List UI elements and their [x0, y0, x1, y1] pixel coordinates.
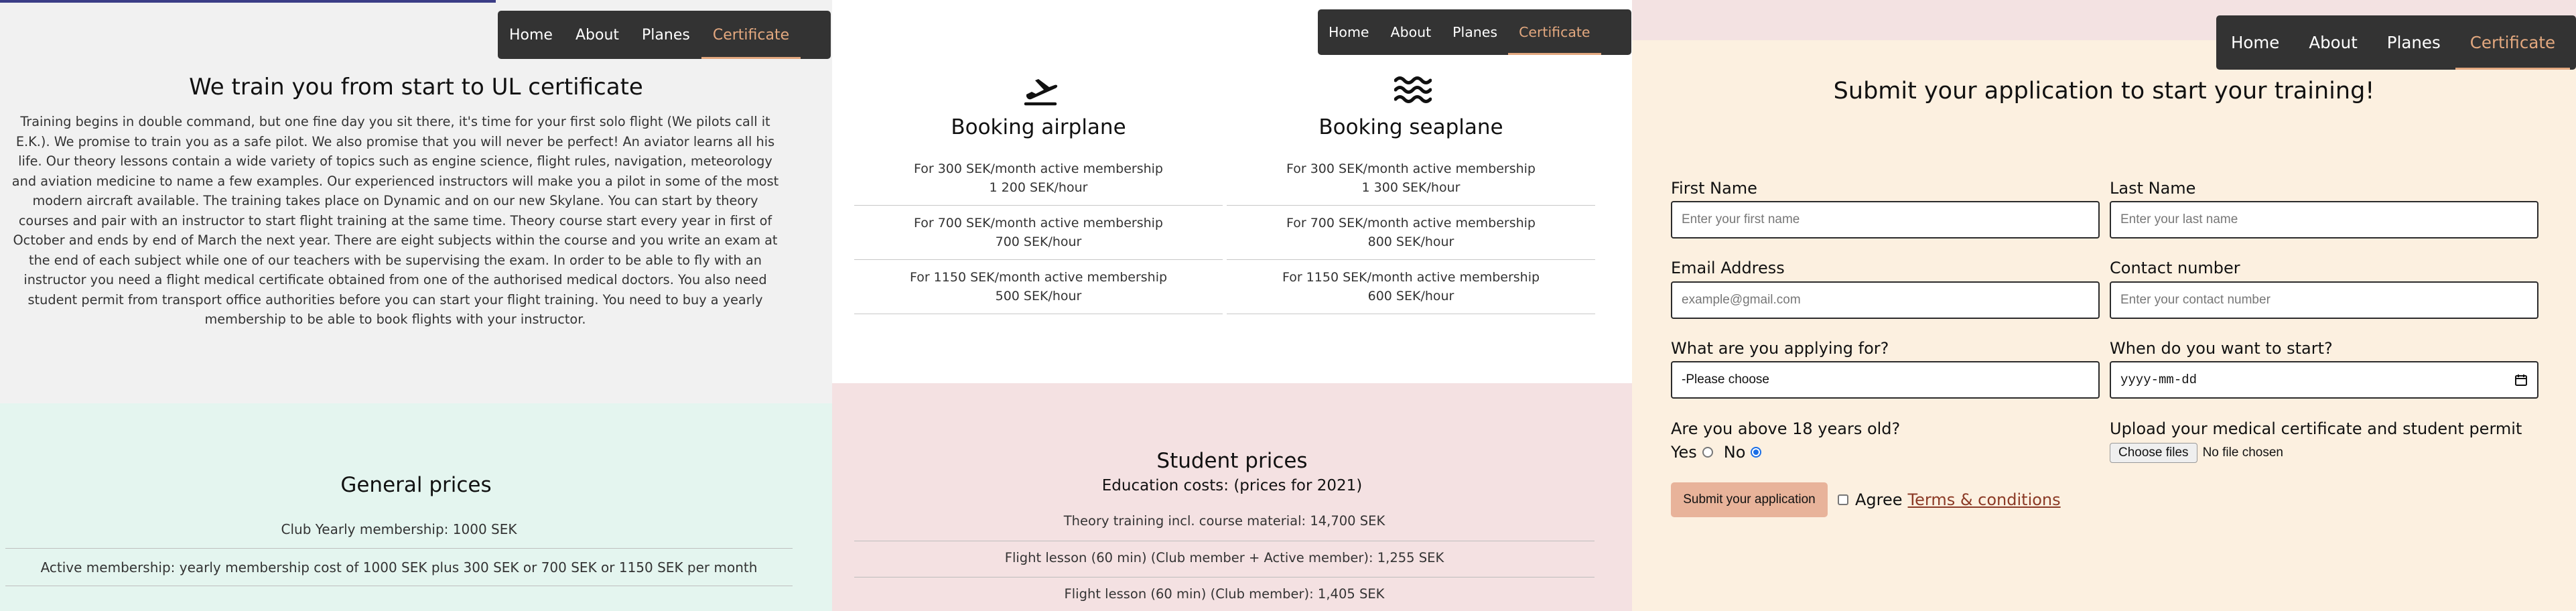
divider	[854, 205, 1223, 206]
airplane-option-1150: For 1150 SEK/month active membership 500…	[854, 268, 1223, 306]
student-price-lesson-active: Flight lesson (60 min) (Club member + Ac…	[1004, 550, 1444, 565]
start-date-label: When do you want to start?	[2110, 339, 2333, 358]
price-item-active-membership: Active membership: yearly membership cos…	[40, 559, 758, 575]
nav-about[interactable]: About	[2294, 15, 2372, 70]
nav-about[interactable]: About	[564, 11, 630, 59]
file-upload: Choose files No file chosen	[2110, 443, 2283, 463]
nav-home[interactable]: Home	[2216, 15, 2294, 70]
contact-number-input[interactable]	[2110, 281, 2538, 319]
student-price-lesson-club: Flight lesson (60 min) (Club member): 1,…	[1064, 586, 1385, 602]
seaplane-option-300: For 300 SEK/month active membership 1 30…	[1227, 159, 1595, 197]
option-membership: For 700 SEK/month active membership	[913, 216, 1163, 230]
start-date-value: yyyy-mm-dd	[2120, 372, 2197, 387]
student-price-theory: Theory training incl. course material: 1…	[1063, 513, 1385, 529]
upload-label: Upload your medical certificate and stud…	[2110, 419, 2522, 438]
student-prices-section: Student prices Education costs: (prices …	[832, 383, 1632, 611]
agree-checkbox[interactable]	[1838, 494, 1848, 505]
last-name-label: Last Name	[2110, 179, 2196, 198]
agree-terms-row: Agree Terms & conditions	[1838, 490, 2061, 509]
option-membership: For 1150 SEK/month active membership	[1282, 270, 1540, 285]
age-yes-label: Yes	[1671, 443, 1697, 462]
main-nav: Home About Planes Certificate	[1318, 9, 1631, 55]
training-description: Training begins in double command, but o…	[11, 114, 779, 327]
age-radio-group: Yes No	[1671, 443, 1772, 462]
main-nav: Home About Planes Certificate	[2216, 15, 2576, 70]
option-rate: 1 200 SEK/hour	[989, 180, 1088, 195]
applying-for-label: What are you applying for?	[1671, 339, 1889, 358]
booking-airplane-title: Booking airplane	[951, 115, 1126, 139]
nav-about[interactable]: About	[1380, 9, 1442, 55]
divider	[854, 259, 1223, 260]
divider	[1227, 259, 1595, 260]
nav-planes[interactable]: Planes	[630, 11, 701, 59]
about-training-panel: Home About Planes Certificate We train y…	[0, 0, 832, 611]
student-prices-subtitle: Education costs: (prices for 2021)	[1101, 477, 1363, 494]
last-name-input[interactable]	[2110, 201, 2538, 239]
option-membership: For 1150 SEK/month active membership	[909, 270, 1168, 285]
option-rate: 500 SEK/hour	[995, 289, 1082, 303]
terms-conditions-link[interactable]: Terms & conditions	[1908, 490, 2061, 509]
training-title: We train you from start to UL certificat…	[189, 74, 643, 100]
age-question-label: Are you above 18 years old?	[1671, 419, 1901, 438]
nav-planes[interactable]: Planes	[2372, 15, 2455, 70]
nav-certificate[interactable]: Certificate	[2455, 15, 2571, 70]
agree-label: Agree	[1855, 490, 1903, 509]
nav-home[interactable]: Home	[498, 11, 564, 59]
seaplane-option-700: For 700 SEK/month active membership 800 …	[1227, 214, 1595, 251]
nav-planes[interactable]: Planes	[1442, 9, 1508, 55]
first-name-input[interactable]	[1671, 201, 2100, 239]
option-membership: For 300 SEK/month active membership	[913, 161, 1163, 176]
general-prices-title: General prices	[340, 473, 492, 497]
top-accent-line	[0, 0, 496, 3]
student-prices-title: Student prices	[1156, 449, 1308, 473]
first-name-label: First Name	[1671, 179, 1757, 198]
nav-certificate[interactable]: Certificate	[1508, 9, 1602, 55]
option-membership: For 700 SEK/month active membership	[1286, 216, 1536, 230]
file-status: No file chosen	[2202, 446, 2283, 460]
option-rate: 1 300 SEK/hour	[1361, 180, 1461, 195]
divider	[854, 577, 1595, 578]
seaplane-option-1150: For 1150 SEK/month active membership 600…	[1227, 268, 1595, 306]
age-yes-radio[interactable]	[1702, 447, 1713, 458]
application-title: Submit your application to start your tr…	[1833, 78, 2375, 105]
email-input[interactable]	[1671, 281, 2100, 319]
age-no-label: No	[1723, 443, 1746, 462]
airplane-icon	[1024, 79, 1058, 106]
divider	[1227, 205, 1595, 206]
application-form-area	[1632, 40, 2576, 611]
price-item-yearly-membership: Club Yearly membership: 1000 SEK	[281, 521, 517, 537]
email-label: Email Address	[1671, 259, 1785, 277]
option-rate: 800 SEK/hour	[1367, 234, 1454, 249]
booking-seaplane-title: Booking seaplane	[1318, 115, 1503, 139]
option-rate: 600 SEK/hour	[1367, 289, 1454, 303]
submit-application-button[interactable]: Submit your application	[1671, 482, 1828, 517]
booking-prices-panel: Home About Planes Certificate Booking ai…	[832, 0, 1632, 611]
water-waves-icon	[1394, 76, 1432, 103]
applying-for-selected-value: -Please choose	[1682, 372, 1769, 387]
age-no-radio[interactable]	[1751, 447, 1762, 458]
calendar-icon[interactable]	[2514, 373, 2528, 387]
option-membership: For 300 SEK/month active membership	[1286, 161, 1536, 176]
choose-files-button[interactable]: Choose files	[2110, 443, 2197, 463]
application-panel: Home About Planes Certificate Submit you…	[1632, 0, 2576, 611]
applying-for-select[interactable]: -Please choose	[1671, 361, 2100, 399]
main-nav: Home About Planes Certificate	[498, 11, 831, 59]
contact-number-label: Contact number	[2110, 259, 2240, 277]
start-date-input[interactable]: yyyy-mm-dd	[2110, 361, 2538, 399]
nav-home[interactable]: Home	[1318, 9, 1380, 55]
option-rate: 700 SEK/hour	[995, 234, 1082, 249]
airplane-option-300: For 300 SEK/month active membership 1 20…	[854, 159, 1223, 197]
airplane-option-700: For 700 SEK/month active membership 700 …	[854, 214, 1223, 251]
divider	[5, 548, 793, 549]
nav-certificate[interactable]: Certificate	[701, 11, 801, 59]
general-prices-section: General prices Club Yearly membership: 1…	[0, 403, 832, 611]
